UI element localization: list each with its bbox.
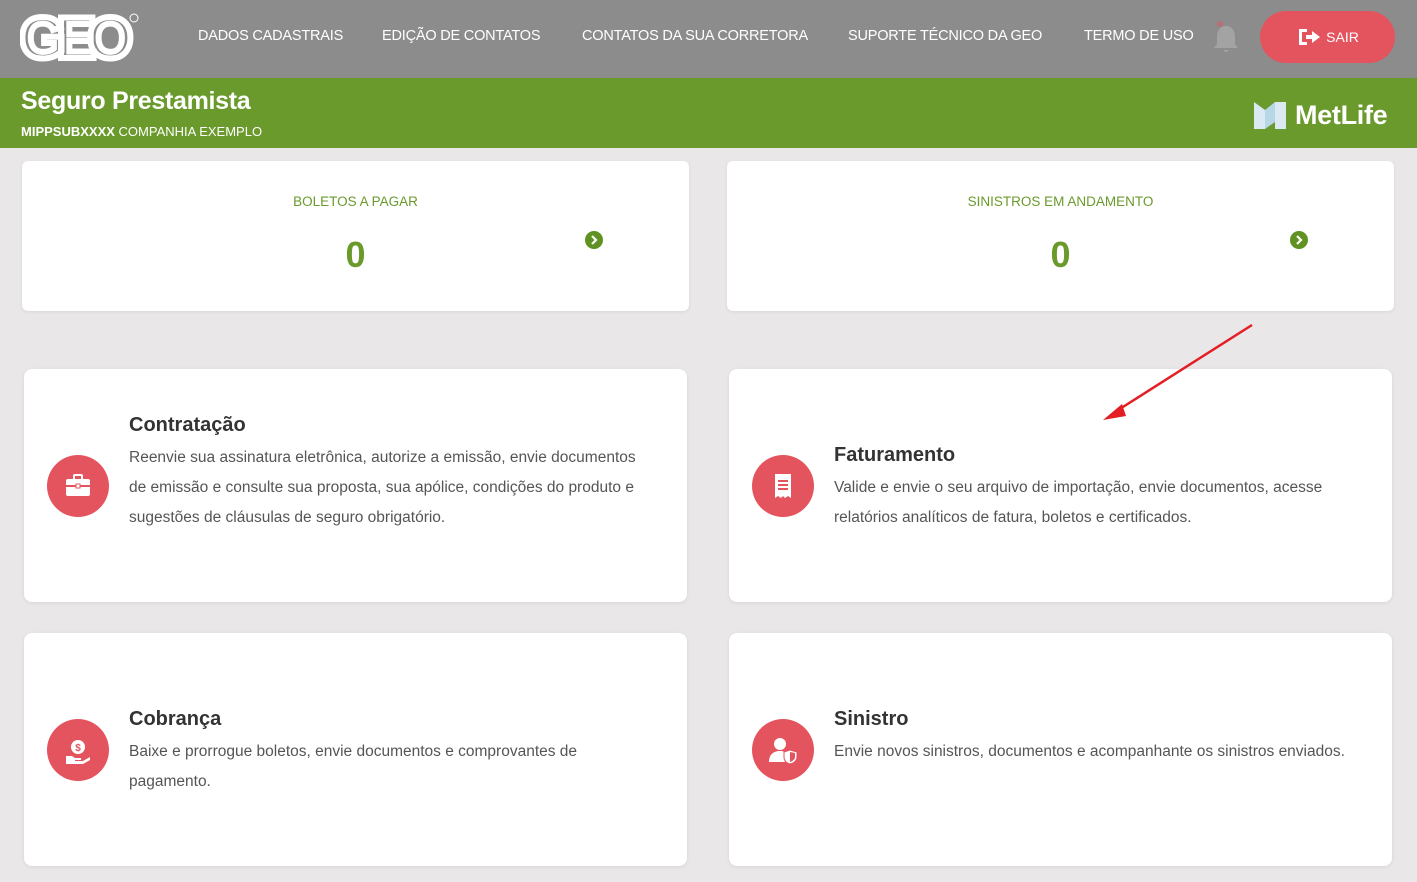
product-header: Seguro Prestamista MIPPSUBXXXX COMPANHIA… — [0, 78, 1417, 148]
metlife-m-icon — [1254, 102, 1286, 129]
logout-button[interactable]: SAIR — [1260, 11, 1395, 63]
nav-contatos-corretora[interactable]: CONTATOS DA SUA CORRETORA — [582, 28, 808, 44]
nav-suporte-tecnico[interactable]: SUPORTE TÉCNICO DA GEO — [848, 28, 1042, 44]
svg-text:GEO: GEO — [20, 10, 131, 66]
card-description: Reenvie sua assinatura eletrônica, autor… — [129, 449, 636, 526]
card-title: Cobrança — [129, 708, 222, 730]
card-description: Valide e envie o seu arquivo de importaç… — [834, 479, 1323, 526]
top-nav-bar: GEO DADOS CADASTRAIS EDIÇÃO DE CONTATOS … — [0, 0, 1417, 78]
stat-card-boletos: BOLETOS A PAGAR 0 — [22, 161, 689, 311]
stat-card-sinistros: SINISTROS EM ANDAMENTO 0 — [727, 161, 1394, 311]
stat-label: BOLETOS A PAGAR — [293, 194, 418, 209]
card-description: Baixe e prorrogue boletos, envie documen… — [129, 743, 578, 790]
product-title: Seguro Prestamista — [21, 87, 251, 115]
user-shield-icon — [752, 719, 814, 781]
metlife-logo: MetLife — [1253, 98, 1388, 132]
stat-label: SINISTROS EM ANDAMENTO — [967, 194, 1154, 209]
card-faturamento[interactable]: Faturamento Valide e envie o seu arquivo… — [729, 369, 1392, 602]
chevron-right-icon[interactable] — [585, 231, 603, 249]
svg-text:$: $ — [75, 743, 81, 754]
logout-icon — [1299, 29, 1321, 45]
metlife-brand: MetLife — [1295, 99, 1388, 130]
card-contratacao[interactable]: Contratação Reenvie sua assinatura eletr… — [24, 369, 687, 602]
nav-dados-cadastrais[interactable]: DADOS CADASTRAIS — [198, 28, 343, 44]
company-name: COMPANHIA EXEMPLO — [118, 124, 263, 139]
policy-info: MIPPSUBXXXX COMPANHIA EXEMPLO — [21, 124, 262, 139]
briefcase-icon — [47, 455, 109, 517]
nav-edicao-de-contatos[interactable]: EDIÇÃO DE CONTATOS — [382, 28, 541, 44]
card-sinistro[interactable]: Sinistro Envie novos sinistros, document… — [729, 633, 1392, 866]
card-title: Contratação — [129, 414, 246, 436]
card-description: Envie novos sinistros, documentos e acom… — [834, 743, 1345, 760]
chevron-right-icon[interactable] — [1290, 231, 1308, 249]
money-hand-icon: $ — [47, 719, 109, 781]
bell-icon[interactable] — [1212, 20, 1240, 56]
card-title: Faturamento — [834, 444, 956, 466]
card-title: Sinistro — [834, 708, 909, 730]
logout-label: SAIR — [1326, 29, 1359, 45]
receipt-icon — [752, 455, 814, 517]
policy-code: MIPPSUBXXXX — [21, 124, 115, 139]
nav-termo-de-uso[interactable]: TERMO DE USO — [1084, 28, 1194, 44]
card-cobranca[interactable]: $ Cobrança Baixe e prorrogue boletos, en… — [24, 633, 687, 866]
geo-logo[interactable]: GEO — [20, 10, 142, 66]
